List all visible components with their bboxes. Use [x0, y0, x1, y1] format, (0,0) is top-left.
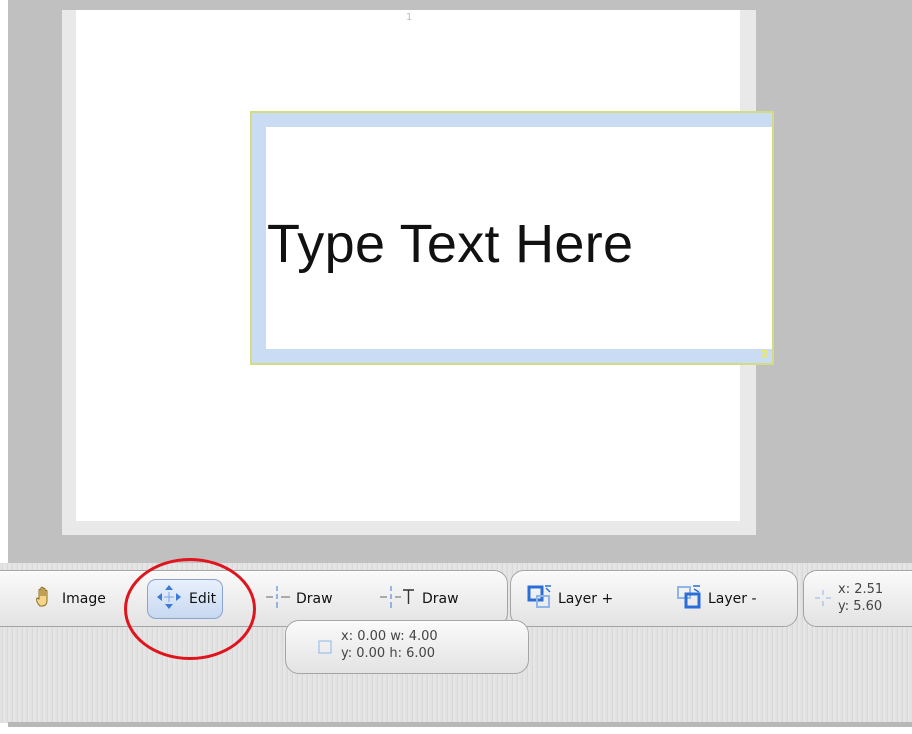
draw-button-label: Draw [296, 591, 333, 607]
draw-button[interactable]: Draw [265, 585, 333, 613]
edit-button[interactable]: Edit [147, 579, 224, 619]
tool-group: Image Edit Draw Draw [0, 570, 508, 627]
selection-coordinates: x: 0.00 w: 4.00 y: 0.00 h: 6.00 [341, 628, 438, 662]
text-draw-icon [379, 585, 417, 613]
cursor-position-group: x: 2.51 y: 5.60 [803, 570, 912, 627]
edit-button-label: Edit [189, 591, 217, 607]
text-box-content[interactable]: Type Text Here [266, 127, 772, 349]
text-draw-button[interactable]: Draw [379, 585, 459, 613]
text-box[interactable]: Type Text Here 2 [250, 111, 774, 365]
cursor-coordinates: x: 2.51 y: 5.60 [838, 581, 883, 615]
text-box-handle[interactable]: 2 [761, 349, 768, 360]
toolbar-area: Image Edit Draw Draw Layer + Layer - x: … [0, 563, 912, 723]
image-button[interactable]: Image [33, 585, 106, 613]
selection-line-2: y: 0.00 h: 6.00 [341, 646, 436, 661]
move-arrows-icon [154, 582, 184, 616]
page[interactable]: 1 Type Text Here 2 [76, 10, 774, 521]
page-frame: 1 Type Text Here 2 [62, 10, 774, 535]
image-button-label: Image [62, 591, 106, 607]
draw-line-icon [265, 585, 291, 613]
selection-info-group: x: 0.00 w: 4.00 y: 0.00 h: 6.00 [285, 620, 529, 674]
layer-down-button[interactable]: Layer - [675, 585, 757, 613]
canvas-workspace: 1 Type Text Here 2 [8, 0, 912, 563]
hand-icon [33, 585, 57, 613]
cursor-x: x: 2.51 [838, 582, 884, 597]
crosshair-icon [814, 589, 832, 611]
text-box-text[interactable]: Type Text Here [267, 213, 633, 275]
layer-up-button-label: Layer + [558, 591, 614, 607]
layer-up-button[interactable]: Layer + [527, 585, 613, 613]
text-draw-button-label: Draw [422, 591, 459, 607]
layer-down-icon [675, 584, 703, 614]
selection-box-icon [318, 639, 332, 658]
layer-group: Layer + Layer - [510, 570, 798, 627]
selection-line-1: x: 0.00 w: 4.00 [341, 629, 438, 644]
layer-up-icon [527, 584, 553, 614]
cursor-y: y: 5.60 [838, 599, 883, 614]
bottom-divider [8, 722, 912, 727]
layer-down-button-label: Layer - [708, 591, 757, 607]
page-marker: 1 [406, 12, 413, 23]
